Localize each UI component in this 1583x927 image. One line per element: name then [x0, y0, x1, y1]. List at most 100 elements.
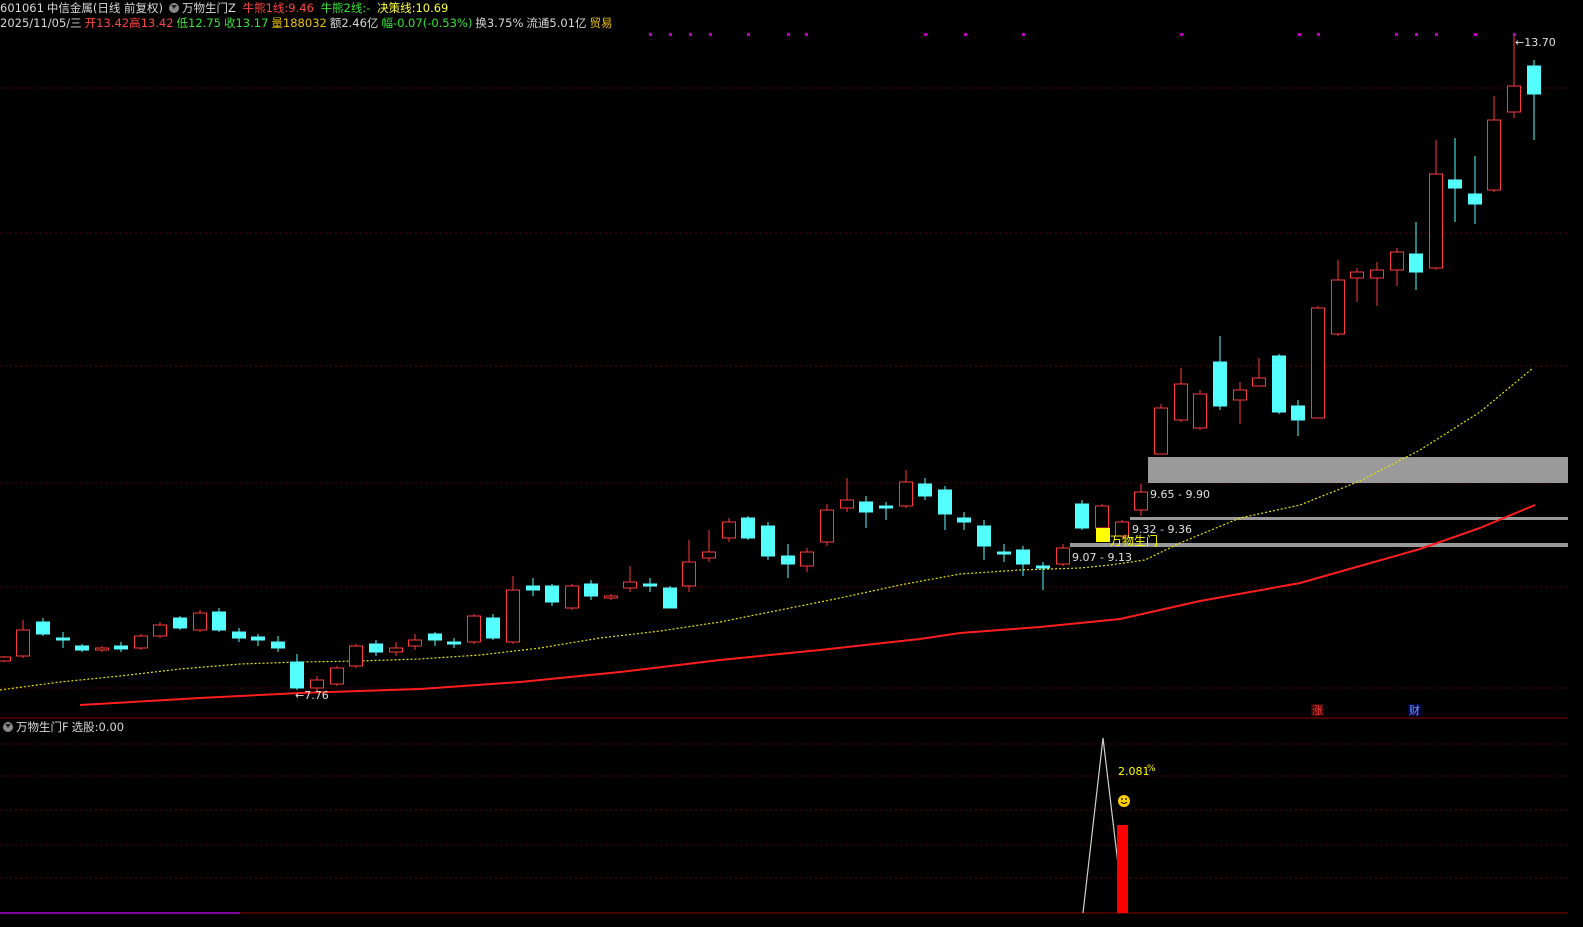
candle[interactable]: [212, 608, 226, 632]
candle[interactable]: [741, 516, 755, 540]
candle[interactable]: [1075, 500, 1089, 530]
candle[interactable]: [1468, 156, 1482, 224]
candle[interactable]: [1134, 484, 1148, 516]
candle[interactable]: [545, 584, 559, 606]
candle[interactable]: [16, 620, 30, 658]
candle[interactable]: [271, 636, 285, 652]
candle[interactable]: [702, 530, 716, 562]
candle[interactable]: [1174, 368, 1188, 422]
candle[interactable]: [36, 618, 50, 636]
candle[interactable]: [232, 628, 246, 642]
candle[interactable]: [682, 540, 696, 592]
candle[interactable]: [1448, 138, 1462, 222]
candle[interactable]: [330, 666, 344, 686]
indicator-peak-line: [1082, 737, 1119, 914]
candle[interactable]: [1193, 390, 1207, 430]
candle[interactable]: [1154, 404, 1168, 455]
candle[interactable]: [722, 518, 736, 542]
candle[interactable]: [447, 638, 461, 648]
sub-grid: [0, 743, 1568, 914]
candle-body: [1370, 269, 1384, 279]
candle[interactable]: [879, 502, 893, 520]
candle[interactable]: [0, 656, 11, 662]
candle[interactable]: [604, 594, 618, 600]
candle[interactable]: [1272, 354, 1286, 414]
candle[interactable]: [1331, 260, 1345, 336]
candle[interactable]: [1311, 306, 1325, 419]
candle[interactable]: [1095, 504, 1109, 530]
candle[interactable]: [56, 632, 70, 648]
candle[interactable]: [781, 544, 795, 578]
candle[interactable]: [643, 578, 657, 592]
candle[interactable]: [899, 470, 913, 508]
candle-body: [1527, 65, 1541, 95]
candle-body: [506, 589, 520, 643]
candle[interactable]: [486, 614, 500, 640]
candle[interactable]: [153, 622, 167, 638]
candle[interactable]: [349, 644, 363, 668]
candle[interactable]: [623, 566, 637, 592]
event-tag-fin[interactable]: 财: [1409, 703, 1420, 717]
candle[interactable]: [859, 496, 873, 528]
candle[interactable]: [95, 646, 109, 652]
candle-body: [1036, 565, 1050, 569]
candle[interactable]: [997, 544, 1011, 562]
candle-body: [369, 643, 383, 653]
candle-body: [584, 583, 598, 597]
candle[interactable]: [800, 548, 814, 572]
candle[interactable]: [114, 642, 128, 652]
candle[interactable]: [428, 632, 442, 646]
candle[interactable]: [389, 642, 403, 656]
candle[interactable]: [1429, 140, 1443, 270]
candle[interactable]: [938, 486, 952, 530]
candle[interactable]: [467, 614, 481, 644]
candle[interactable]: [1291, 400, 1305, 436]
candle[interactable]: [1350, 268, 1364, 302]
candle-body: [1350, 271, 1364, 279]
candle-body: [1174, 383, 1188, 421]
zone-label-lower: 9.07 - 9.13: [1072, 551, 1132, 564]
candle-body: [1468, 193, 1482, 205]
candle[interactable]: [1390, 248, 1404, 286]
sub-indicator-title[interactable]: 万物生门F: [16, 720, 69, 734]
candle[interactable]: [1056, 544, 1070, 566]
signal-dot: [747, 33, 750, 36]
candle[interactable]: [584, 580, 598, 600]
candle[interactable]: [1370, 262, 1384, 306]
candle[interactable]: [918, 478, 932, 500]
candlestick-series[interactable]: [0, 36, 1541, 692]
candle[interactable]: [506, 576, 520, 644]
candle[interactable]: [1487, 96, 1501, 192]
candle[interactable]: [1016, 546, 1030, 576]
candle[interactable]: [1233, 382, 1247, 424]
candle[interactable]: [977, 520, 991, 560]
dropdown-circle-icon[interactable]: [3, 722, 13, 732]
candle[interactable]: [1527, 60, 1541, 140]
candle-body: [1331, 279, 1345, 335]
candle[interactable]: [369, 640, 383, 656]
candle-body: [271, 641, 285, 649]
candle[interactable]: [957, 512, 971, 530]
signal-dot: [669, 33, 672, 36]
candle[interactable]: [820, 504, 834, 546]
smiley-icon: [1118, 795, 1130, 807]
candle[interactable]: [1213, 336, 1227, 410]
candle[interactable]: [134, 634, 148, 650]
candle[interactable]: [526, 578, 540, 596]
candle[interactable]: [251, 634, 265, 646]
candle[interactable]: [408, 634, 422, 650]
candle[interactable]: [761, 522, 775, 560]
candle[interactable]: [75, 644, 89, 652]
signal-dot: [1180, 33, 1183, 36]
candle[interactable]: [1252, 358, 1266, 387]
candle[interactable]: [290, 654, 304, 690]
zone-band-upper[interactable]: [1148, 457, 1568, 483]
candle[interactable]: [193, 610, 207, 632]
candle[interactable]: [1409, 222, 1423, 290]
candle[interactable]: [173, 616, 187, 630]
candle[interactable]: [663, 586, 677, 609]
candle[interactable]: [565, 584, 579, 610]
price-chart[interactable]: 9.65 - 9.90 9.32 - 9.36 9.07 - 9.13 万物生门…: [0, 0, 1583, 927]
candle[interactable]: [1036, 562, 1050, 590]
event-tag-up[interactable]: 涨: [1312, 704, 1323, 717]
